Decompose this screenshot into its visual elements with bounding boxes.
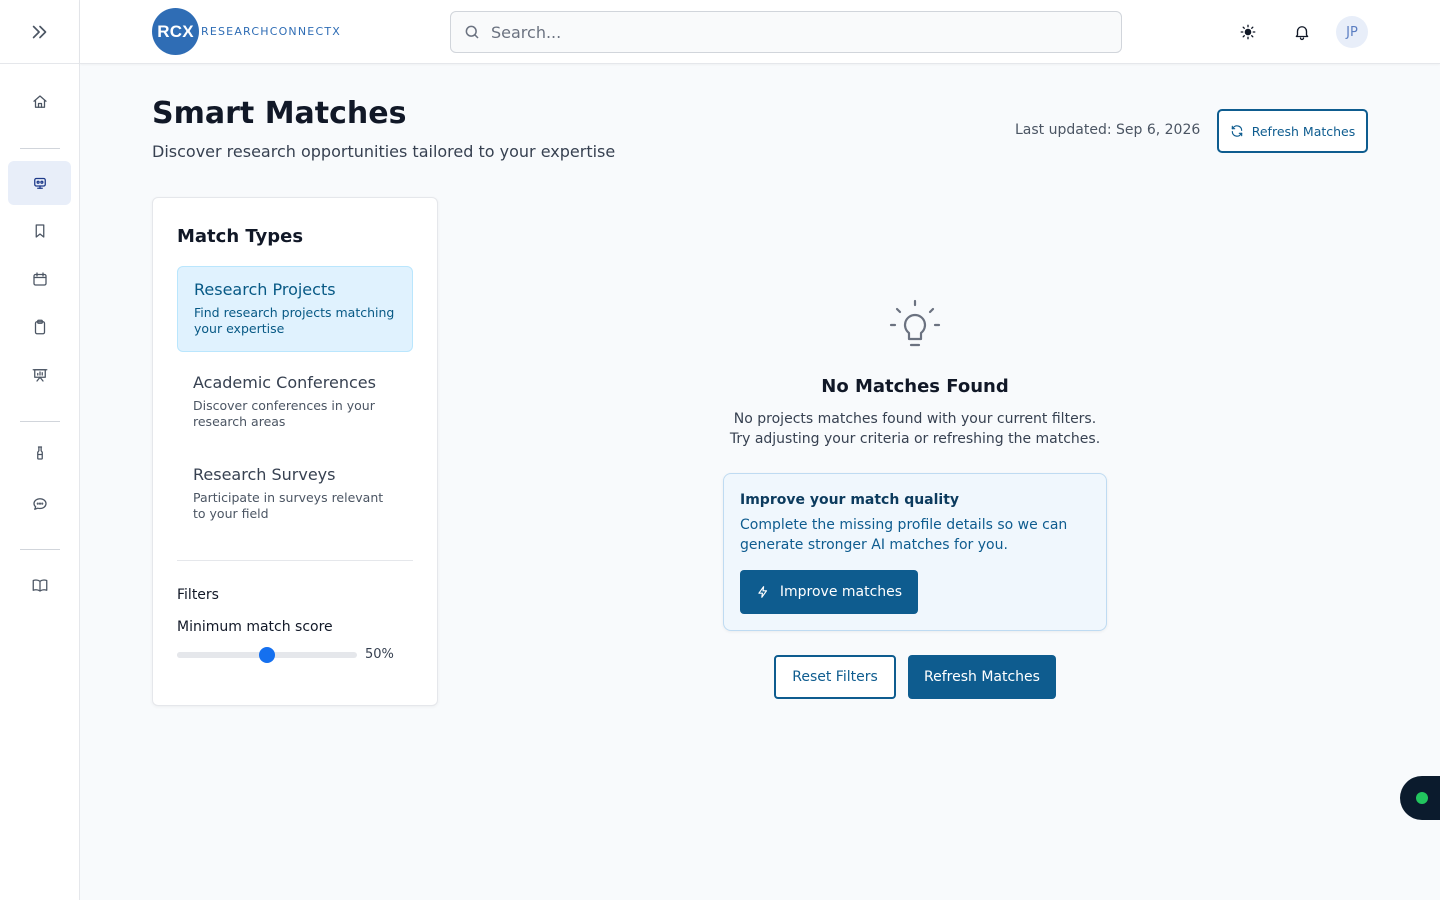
top-header: RCX RESEARCHCONNECTX JP <box>80 0 1440 64</box>
logo-wordmark: RESEARCHCONNECTX <box>201 25 341 38</box>
improve-quality-title: Improve your match quality <box>740 492 960 508</box>
rail-item-smart-matches[interactable] <box>8 161 71 205</box>
match-type-description: Participate in surveys relevant to your … <box>193 490 384 521</box>
left-rail <box>0 0 80 900</box>
calendar-icon <box>31 270 49 288</box>
rail-divider <box>20 421 60 422</box>
empty-state-title: No Matches Found <box>821 376 1009 397</box>
search-bar[interactable] <box>450 11 1122 53</box>
avatar[interactable]: JP <box>1336 16 1368 48</box>
logo-mark: RCX <box>152 8 199 55</box>
lightbulb-icon <box>887 297 943 353</box>
rail-item-home[interactable] <box>8 80 71 124</box>
home-icon <box>31 93 49 111</box>
page-subtitle: Discover research opportunities tailored… <box>152 142 616 161</box>
match-type-research-surveys[interactable]: Research Surveys Participate in surveys … <box>177 452 413 536</box>
empty-state-text: No projects matches found with your curr… <box>615 409 1215 449</box>
rail-item-presentation[interactable] <box>8 353 71 397</box>
rail-divider <box>20 549 60 550</box>
match-type-description: Discover conferences in your research ar… <box>193 398 375 429</box>
rail-header <box>0 0 79 64</box>
match-type-name: Academic Conferences <box>193 373 376 392</box>
page-title: Smart Matches <box>152 96 407 131</box>
rail-item-lab[interactable] <box>8 431 71 475</box>
online-status-dot <box>1416 792 1428 804</box>
book-icon <box>31 576 49 594</box>
improve-matches-button[interactable]: Improve matches <box>740 570 918 614</box>
last-updated-text: Last updated: Sep 6, 2026 <box>1015 122 1201 138</box>
match-type-research-projects[interactable]: Research Projects Find research projects… <box>177 266 413 352</box>
slider-fill <box>177 652 267 658</box>
floating-status-widget[interactable] <box>1400 776 1440 820</box>
match-types-title: Match Types <box>177 226 304 247</box>
lightning-icon <box>756 585 770 599</box>
min-score-value: 50% <box>365 647 394 662</box>
min-score-label: Minimum match score <box>177 619 333 635</box>
match-type-description: Find research projects matching your exp… <box>194 305 395 336</box>
match-type-name: Research Surveys <box>193 465 336 484</box>
refresh-icon <box>1230 124 1244 138</box>
match-type-academic-conferences[interactable]: Academic Conferences Discover conference… <box>177 360 413 444</box>
rail-item-calendar[interactable] <box>8 257 71 301</box>
rail-item-clipboard[interactable] <box>8 305 71 349</box>
empty-state-line-1: No projects matches found with your curr… <box>733 411 1097 427</box>
clipboard-icon <box>31 318 49 336</box>
min-score-slider[interactable] <box>177 647 357 663</box>
search-input[interactable] <box>491 22 1091 42</box>
bookmark-icon <box>31 222 49 240</box>
search-icon <box>463 23 481 41</box>
slider-thumb[interactable] <box>259 647 275 663</box>
empty-state-line-2: Try adjusting your criteria or refreshin… <box>729 431 1101 447</box>
refresh-matches-button[interactable]: Refresh Matches <box>908 655 1056 699</box>
bell-icon[interactable] <box>1288 18 1316 46</box>
expand-sidebar-icon[interactable] <box>29 21 51 43</box>
improve-matches-label: Improve matches <box>779 584 903 600</box>
refresh-matches-top-button[interactable]: Refresh Matches <box>1217 109 1368 153</box>
robot-icon <box>31 174 49 192</box>
panel-divider <box>177 560 413 561</box>
flask-icon <box>31 444 49 462</box>
chat-icon <box>31 495 49 513</box>
rail-item-saved[interactable] <box>8 209 71 253</box>
improve-quality-text: Complete the missing profile details so … <box>740 517 1068 553</box>
rail-divider <box>20 148 60 149</box>
theme-toggle-sun-icon[interactable] <box>1234 18 1262 46</box>
filters-title: Filters <box>177 587 219 603</box>
brand-logo[interactable]: RCX RESEARCHCONNECTX <box>152 8 341 55</box>
presentation-icon <box>31 366 49 384</box>
match-types-panel: Match Types Research Projects Find resea… <box>152 197 438 706</box>
refresh-matches-top-label: Refresh Matches <box>1251 123 1356 139</box>
rail-item-library[interactable] <box>8 563 71 607</box>
match-type-name: Research Projects <box>194 280 336 299</box>
reset-filters-button[interactable]: Reset Filters <box>774 655 896 699</box>
rail-item-messages[interactable] <box>8 482 71 526</box>
improve-quality-card: Improve your match quality Complete the … <box>723 473 1107 631</box>
